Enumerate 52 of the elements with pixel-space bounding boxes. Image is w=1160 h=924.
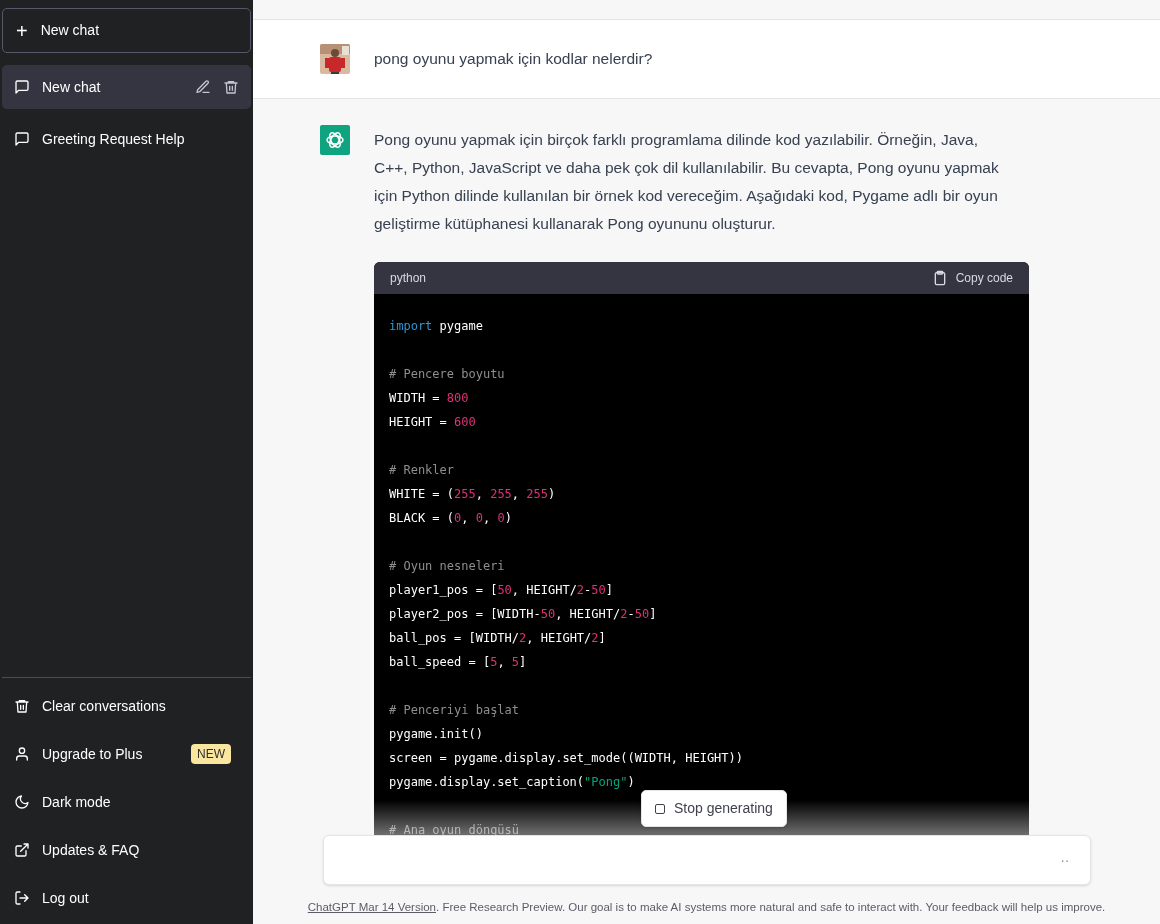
code-line: pygame.display.set_caption("Pong") <box>389 774 635 791</box>
code-line: # Penceriyi başlat <box>389 702 520 719</box>
menu-item[interactable]: Clear conversations <box>2 682 251 730</box>
code-line: ball_speed = [5, 5] <box>389 654 527 671</box>
conversation-item[interactable]: New chat <box>2 65 251 109</box>
menu-item[interactable]: Dark mode <box>2 778 251 826</box>
trash-icon <box>14 698 30 714</box>
external-link-icon <box>14 842 30 858</box>
message-text: pong oyunu yapmak için kodlar nelerdir? <box>374 49 654 69</box>
code-line: WIDTH = 800 <box>389 390 469 407</box>
new-badge: NEW <box>191 744 231 764</box>
menu-label: Clear conversations <box>42 696 167 716</box>
conversation-title: New chat <box>42 77 102 97</box>
code-line: import pygame <box>389 318 483 335</box>
code-line: # Renkler <box>389 462 455 479</box>
copy-code-button[interactable]: Copy code <box>931 269 1013 287</box>
menu-item[interactable]: Log out <box>2 874 251 922</box>
menu-label: Updates & FAQ <box>42 840 141 860</box>
pencil-icon[interactable] <box>195 79 211 95</box>
code-line: WHITE = (255, 255, 255) <box>389 486 556 503</box>
code-line: pygame.init() <box>389 726 483 743</box>
stop-generating-button[interactable]: Stop generating <box>641 790 787 827</box>
menu-item[interactable]: Updates & FAQ <box>2 826 251 874</box>
message-text: Pong oyunu yapmak için birçok farklı programlama dilinde kod yazılabilir. Örneğin, Java, C++, Python, JavaScript ve daha pek çok dil kullanılabilir. Bu cevapta, Pong oyunu yapmak için Python dilinde kullanılan bir örnek kod vereceğim. Aşağıdaki kod, Pygame adlı bir oyun geliştirme kütüphanesi kullanarak Pong oyununu oluşturur. <box>374 130 999 234</box>
code-line: player2_pos = [WIDTH-50, HEIGHT/2-50] <box>389 606 657 623</box>
footer-text: ChatGPT Mar 14 Version. Free Research Preview. Our goal is to make AI systems more natural and safe to interact with. Your feedback will help us improve. <box>307 900 1106 915</box>
new-chat-button[interactable]: + New chat <box>2 8 251 53</box>
menu-label: Upgrade to Plus <box>42 744 144 764</box>
stop-icon <box>655 803 665 814</box>
code-line: HEIGHT = 600 <box>389 414 476 431</box>
trash-icon[interactable] <box>223 79 239 95</box>
plus-icon: + <box>16 20 28 41</box>
chat-bubble-icon <box>14 131 30 147</box>
version-link[interactable]: ChatGPT Mar 14 Version <box>307 901 436 913</box>
menu-label: Dark mode <box>42 792 112 812</box>
chat-bubble-icon <box>14 79 30 95</box>
code-line: ball_pos = [WIDTH/2, HEIGHT/2] <box>389 630 606 647</box>
code-language: python <box>390 270 427 287</box>
code-line: player1_pos = [50, HEIGHT/2-50] <box>389 582 613 599</box>
moon-icon <box>14 794 30 810</box>
code-line: # Oyun nesneleri <box>389 558 505 575</box>
code-line: # Pencere boyutu <box>389 366 505 383</box>
typing-indicator: ·· <box>1060 850 1070 870</box>
code-line: screen = pygame.display.set_mode((WIDTH, HEIGHT)) <box>389 750 743 767</box>
code-line: BLACK = (0, 0, 0) <box>389 510 512 527</box>
conversation-title: Greeting Request Help <box>42 129 186 149</box>
user-icon <box>14 746 30 762</box>
logout-icon <box>14 890 30 906</box>
menu-label: Log out <box>42 888 90 908</box>
menu-item[interactable]: Upgrade to Plus NEW <box>2 730 251 778</box>
conversation-item[interactable]: Greeting Request Help <box>2 117 251 161</box>
assistant-avatar-icon <box>320 125 350 155</box>
